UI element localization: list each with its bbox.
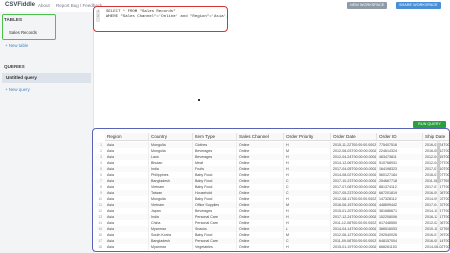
column-header[interactable]: Ship Date [423, 133, 449, 141]
table-cell[interactable]: 2015-01-19T00:00:00.000Z [331, 244, 377, 250]
results-panel: Region Country Item Type Sales Channel Order… [92, 128, 450, 252]
nav-about-link[interactable]: About [38, 3, 50, 8]
column-header[interactable]: Region [105, 133, 149, 141]
line-number: 1 [97, 10, 100, 14]
new-table-link[interactable]: + New table [5, 43, 28, 48]
row-number: 18 [98, 245, 102, 249]
column-header[interactable]: Item Type [193, 133, 237, 141]
column-header[interactable]: Order ID [377, 133, 423, 141]
table-item-sales-records[interactable]: Sales Records [9, 30, 37, 35]
cursor-dot [198, 99, 200, 101]
table-cell[interactable]: Online [237, 244, 284, 250]
tables-highlight [2, 14, 56, 40]
sidebar [0, 12, 94, 253]
table-cell[interactable]: H [284, 244, 331, 250]
column-header[interactable]: Sales Channel [237, 133, 284, 141]
results-scroll-thumb[interactable] [437, 143, 440, 183]
line-number: 2 [97, 15, 100, 19]
table-cell[interactable]: Vegetables [193, 244, 237, 250]
share-workspace-button[interactable]: SHARE WORKSPACE [396, 2, 441, 9]
table-row[interactable]: 18 Asia Myanmar Vegetables Online H 2015-01-19… [95, 244, 449, 250]
query-item-untitled[interactable]: Untitled query [2, 73, 91, 83]
queries-heading: QUERIES [4, 64, 25, 69]
query-item-label: Untitled query [6, 75, 37, 80]
table-cell[interactable]: 668261153 [377, 244, 423, 250]
table-cell[interactable]: Myanmar [149, 244, 193, 250]
new-workspace-button[interactable]: NEW WORKSPACE [347, 2, 388, 9]
code-line[interactable]: SELECT * FROM "Sales Records" [106, 10, 176, 14]
column-header[interactable]: Order Date [331, 133, 377, 141]
run-query-button[interactable]: RUN QUERY [413, 121, 446, 128]
column-header[interactable]: Country [149, 133, 193, 141]
column-header[interactable]: Order Priority [284, 133, 331, 141]
new-query-link[interactable]: + New query [5, 87, 30, 92]
code-line[interactable]: WHERE "Sales Channel"='Online' and "Regi… [106, 15, 228, 19]
table-cell[interactable]: Asia [105, 244, 149, 250]
app-brand[interactable]: CSVFiddle [5, 2, 35, 8]
